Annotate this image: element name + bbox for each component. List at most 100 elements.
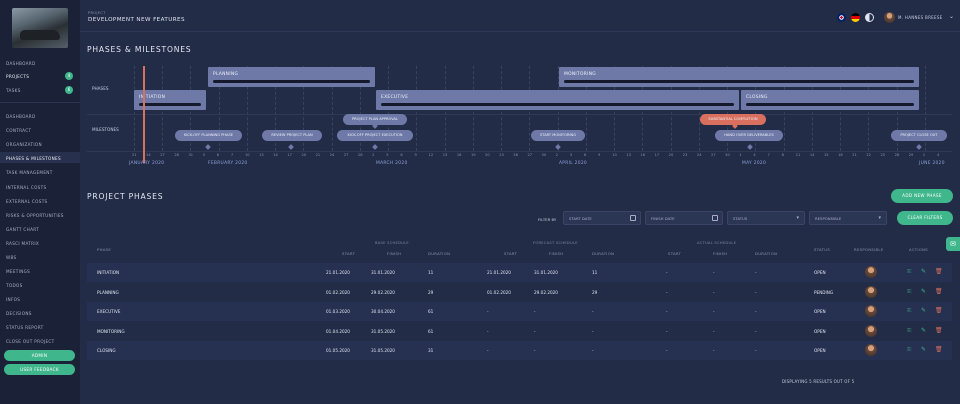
sidebar-item-projects[interactable]: PROJECTS xyxy=(6,74,29,79)
column-header-actual-start[interactable]: START xyxy=(668,251,681,256)
project-image xyxy=(12,8,68,48)
pencil-icon[interactable]: ✎ xyxy=(921,308,926,314)
month-label: APRIL 2020 xyxy=(559,161,588,166)
edit-note-icon[interactable]: 🗉 xyxy=(907,288,911,295)
column-header-forecast-start[interactable]: START xyxy=(504,251,517,256)
pencil-icon[interactable]: ✎ xyxy=(921,288,926,295)
pencil-icon[interactable]: ✎ xyxy=(921,269,926,275)
phase-bar-planning[interactable]: PLANNING xyxy=(208,67,375,87)
sidebar-item-todos[interactable]: TODOS xyxy=(6,283,23,288)
milestone-project-close-out[interactable]: PROJECT CLOSE OUT xyxy=(891,130,947,141)
sidebar-item-wbs[interactable]: WBS xyxy=(6,255,17,260)
day-tick-label: 9 xyxy=(414,153,417,157)
sidebar-item-rasci-matrix[interactable]: RASCI MATRIX xyxy=(6,241,39,246)
edit-note-icon[interactable]: 🗉 xyxy=(907,308,911,314)
responsible-avatar[interactable] xyxy=(865,324,877,337)
clear-filters-button[interactable]: CLEAR FILTERS xyxy=(897,211,953,225)
column-header-responsible[interactable]: RESPONSIBLE xyxy=(854,247,884,252)
sidebar-item-meetings[interactable]: MEETINGS xyxy=(6,269,30,274)
cell-actual-finish: - xyxy=(713,289,715,295)
edit-note-icon[interactable]: 🗉 xyxy=(907,347,911,353)
sidebar-item-dashboard[interactable]: DASHBOARD xyxy=(6,114,36,119)
english-flag-icon[interactable] xyxy=(837,13,846,22)
column-header-status[interactable]: STATUS xyxy=(814,247,830,252)
finish-date-filter[interactable]: FINISH DATE xyxy=(645,211,723,225)
responsible-avatar[interactable] xyxy=(865,344,877,356)
cell-phase: INITIATION xyxy=(97,270,120,275)
sidebar-item-contract[interactable]: CONTRACT xyxy=(6,128,31,133)
column-header-base-duration[interactable]: DURATION xyxy=(428,251,450,256)
table-row[interactable]: CLOSING 01.05.2020 31.05.2020 31 - - - - - - OPEN 🗉… xyxy=(87,341,952,360)
milestone-kick-off-planning[interactable]: KICK-OFF PLANNING PHASE xyxy=(175,130,242,141)
pencil-icon[interactable]: ✎ xyxy=(921,327,926,334)
responsible-avatar[interactable] xyxy=(865,285,877,298)
sidebar-item-phases-milestones[interactable]: PHASES & MILESTONES xyxy=(6,156,61,161)
chevron-down-icon[interactable]: ⌄ xyxy=(949,13,954,20)
phase-bar-executive[interactable]: EXECUTIVE xyxy=(376,90,739,110)
column-header-actual-finish[interactable]: FINISH xyxy=(713,251,727,256)
chat-icon[interactable]: ✉ xyxy=(946,237,960,251)
trash-icon[interactable]: 🗑 xyxy=(935,327,943,334)
day-tick-label: 28 xyxy=(357,153,363,157)
day-tick-label: 29 xyxy=(908,153,914,157)
trash-icon[interactable]: 🗑 xyxy=(935,347,943,353)
timeline-title: PHASES & MILESTONES xyxy=(87,45,192,54)
day-tick-label: 4 xyxy=(937,153,940,157)
sidebar-item-decisions[interactable]: DECISIONS xyxy=(6,311,32,316)
milestone-start-monitoring[interactable]: START MONITORING xyxy=(531,130,585,141)
user-feedback-button[interactable]: USER FEEDBACK xyxy=(4,364,75,375)
add-new-phase-button[interactable]: ADD NEW PHASE xyxy=(891,189,953,203)
table-row[interactable]: EXECUTIVE 01.03.2020 30.04.2020 61 - - - - - - OPE… xyxy=(87,302,952,321)
sidebar-item-gantt-chart[interactable]: GANTT CHART xyxy=(6,227,39,232)
cell-actual-finish: - xyxy=(713,309,715,314)
german-flag-icon[interactable] xyxy=(851,13,860,22)
edit-note-icon[interactable]: 🗉 xyxy=(907,269,911,275)
column-header-base-finish[interactable]: FINISH xyxy=(387,251,401,256)
responsible-avatar[interactable] xyxy=(865,305,877,317)
column-header-forecast-finish[interactable]: FINISH xyxy=(549,251,563,256)
contrast-toggle-icon[interactable] xyxy=(865,13,874,22)
trash-icon[interactable]: 🗑 xyxy=(935,308,943,314)
milestone-review-project-plan[interactable]: REVIEW PROJECT PLAN xyxy=(262,130,322,141)
table-row[interactable]: INITIATION 21.01.2020 31.01.2020 11 21.01.20… xyxy=(87,263,952,282)
sidebar-item-tasks[interactable]: TASKS xyxy=(6,88,21,93)
column-header-forecast-duration[interactable]: DURATION xyxy=(592,251,614,256)
sidebar-item-risks-opportunities[interactable]: RISKS & OPPORTUNITIES xyxy=(6,213,64,218)
base-schedule-group-header: BASE SCHEDULE xyxy=(375,241,409,245)
trash-icon[interactable]: 🗑 xyxy=(935,288,943,295)
sidebar-item-external-costs[interactable]: EXTERNAL COSTS xyxy=(6,199,48,204)
column-header-base-start[interactable]: START xyxy=(342,251,355,256)
sidebar-item-task-management[interactable]: TASK MANAGEMENT xyxy=(6,170,53,175)
sidebar-item-status-report[interactable]: STATUS REPORT xyxy=(6,325,43,330)
user-avatar[interactable] xyxy=(884,12,895,23)
column-header-phase[interactable]: PHASE xyxy=(97,247,111,252)
day-tick-label: 9 xyxy=(598,153,601,157)
pencil-icon[interactable]: ✎ xyxy=(921,347,926,353)
start-date-filter[interactable]: START DATE xyxy=(563,211,641,225)
edit-note-icon[interactable]: 🗉 xyxy=(907,327,911,334)
sidebar-item-internal-costs[interactable]: INTERNAL COSTS xyxy=(6,185,46,190)
day-tick-label: 26 xyxy=(513,153,518,157)
sidebar-item-dashboard-main[interactable]: DASHBOARD xyxy=(6,61,36,66)
milestone-hand-over-deliverables[interactable]: HAND OVER DELIVERABLES xyxy=(715,130,783,141)
status-filter[interactable]: STATUS ▾ xyxy=(727,211,805,225)
phase-bar-monitoring[interactable]: MONITORING xyxy=(559,67,919,87)
cell-actual-finish: - xyxy=(713,270,715,275)
table-row[interactable]: MONITORING 01.04.2020 31.05.2020 61 - - - - - - OP… xyxy=(87,322,952,341)
sidebar-item-close-out-project[interactable]: CLOSE OUT PROJECT xyxy=(6,339,54,344)
sidebar-item-organization[interactable]: ORGANIZATION xyxy=(6,142,42,147)
phase-bar-closing[interactable]: CLOSING xyxy=(741,90,919,110)
milestone-kick-off-execution[interactable]: KICK-OFF PROJECT EXECUTION xyxy=(337,130,413,141)
day-tick-label: 30 xyxy=(725,153,730,157)
sidebar-item-infos[interactable]: INFOS xyxy=(6,297,20,302)
column-header-actual-duration[interactable]: DURATION xyxy=(755,251,777,256)
trash-icon[interactable]: 🗑 xyxy=(935,269,943,275)
admin-button[interactable]: ADMIN xyxy=(4,350,75,361)
cell-forecast-finish: - xyxy=(534,309,536,314)
user-name[interactable]: M. HANNES BREESE xyxy=(898,15,943,20)
responsible-avatar[interactable] xyxy=(865,266,877,278)
table-row[interactable]: PLANNING 01.02.2020 29.02.2020 29 01.02.2020… xyxy=(87,283,952,302)
phases-row-label: PHASES xyxy=(92,86,109,91)
responsible-filter[interactable]: RESPONSIBLE ▾ xyxy=(809,211,887,225)
forecast-schedule-group-header: FORECAST SCHEDULE xyxy=(533,241,578,245)
